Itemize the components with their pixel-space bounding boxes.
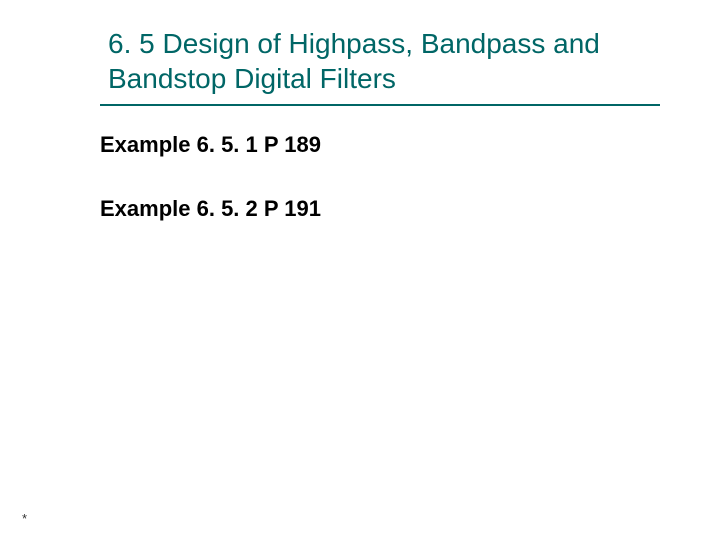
footer-mark: *	[22, 511, 27, 526]
example-line-2: Example 6. 5. 2 P 191	[100, 196, 321, 222]
slide: 6. 5 Design of Highpass, Bandpass and Ba…	[0, 0, 720, 540]
example-line-1: Example 6. 5. 1 P 189	[100, 132, 321, 158]
slide-title: 6. 5 Design of Highpass, Bandpass and Ba…	[108, 26, 648, 96]
title-underline	[100, 104, 660, 106]
